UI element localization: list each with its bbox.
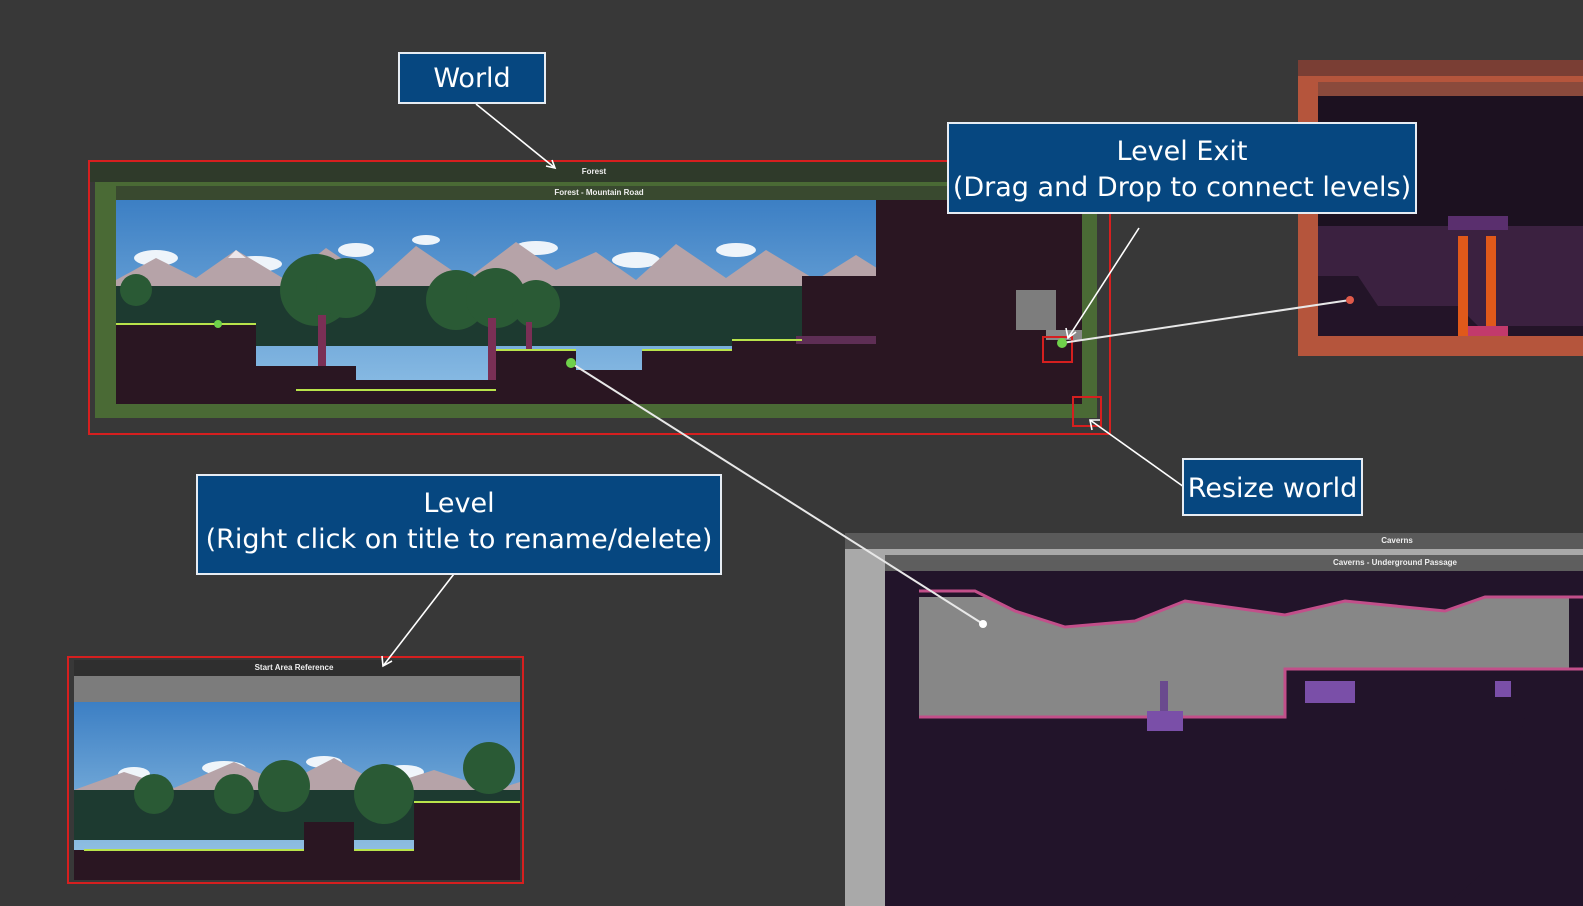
callout-level: Level (Right click on title to rename/de… — [196, 474, 722, 575]
entry-point-caverns[interactable] — [979, 620, 987, 628]
callout-world: World — [398, 52, 546, 104]
callout-level-line2: (Right click on title to rename/delete) — [205, 524, 713, 556]
callout-world-text: World — [433, 63, 511, 94]
exit-point-forest-right[interactable] — [1057, 338, 1067, 348]
exit-point-red-level[interactable] — [1346, 296, 1354, 304]
callout-resize-world: Resize world — [1182, 458, 1363, 516]
callout-level-exit: Level Exit (Drag and Drop to connect lev… — [947, 122, 1417, 214]
callout-level-line1: Level — [423, 488, 495, 519]
exit-point-forest-left[interactable] — [214, 320, 222, 328]
callout-level-exit-line1: Level Exit — [1116, 136, 1248, 167]
callout-level-exit-line2: (Drag and Drop to connect levels) — [952, 172, 1412, 204]
callout-resize-world-text: Resize world — [1187, 473, 1358, 504]
exit-point-forest-middle[interactable] — [566, 358, 576, 368]
